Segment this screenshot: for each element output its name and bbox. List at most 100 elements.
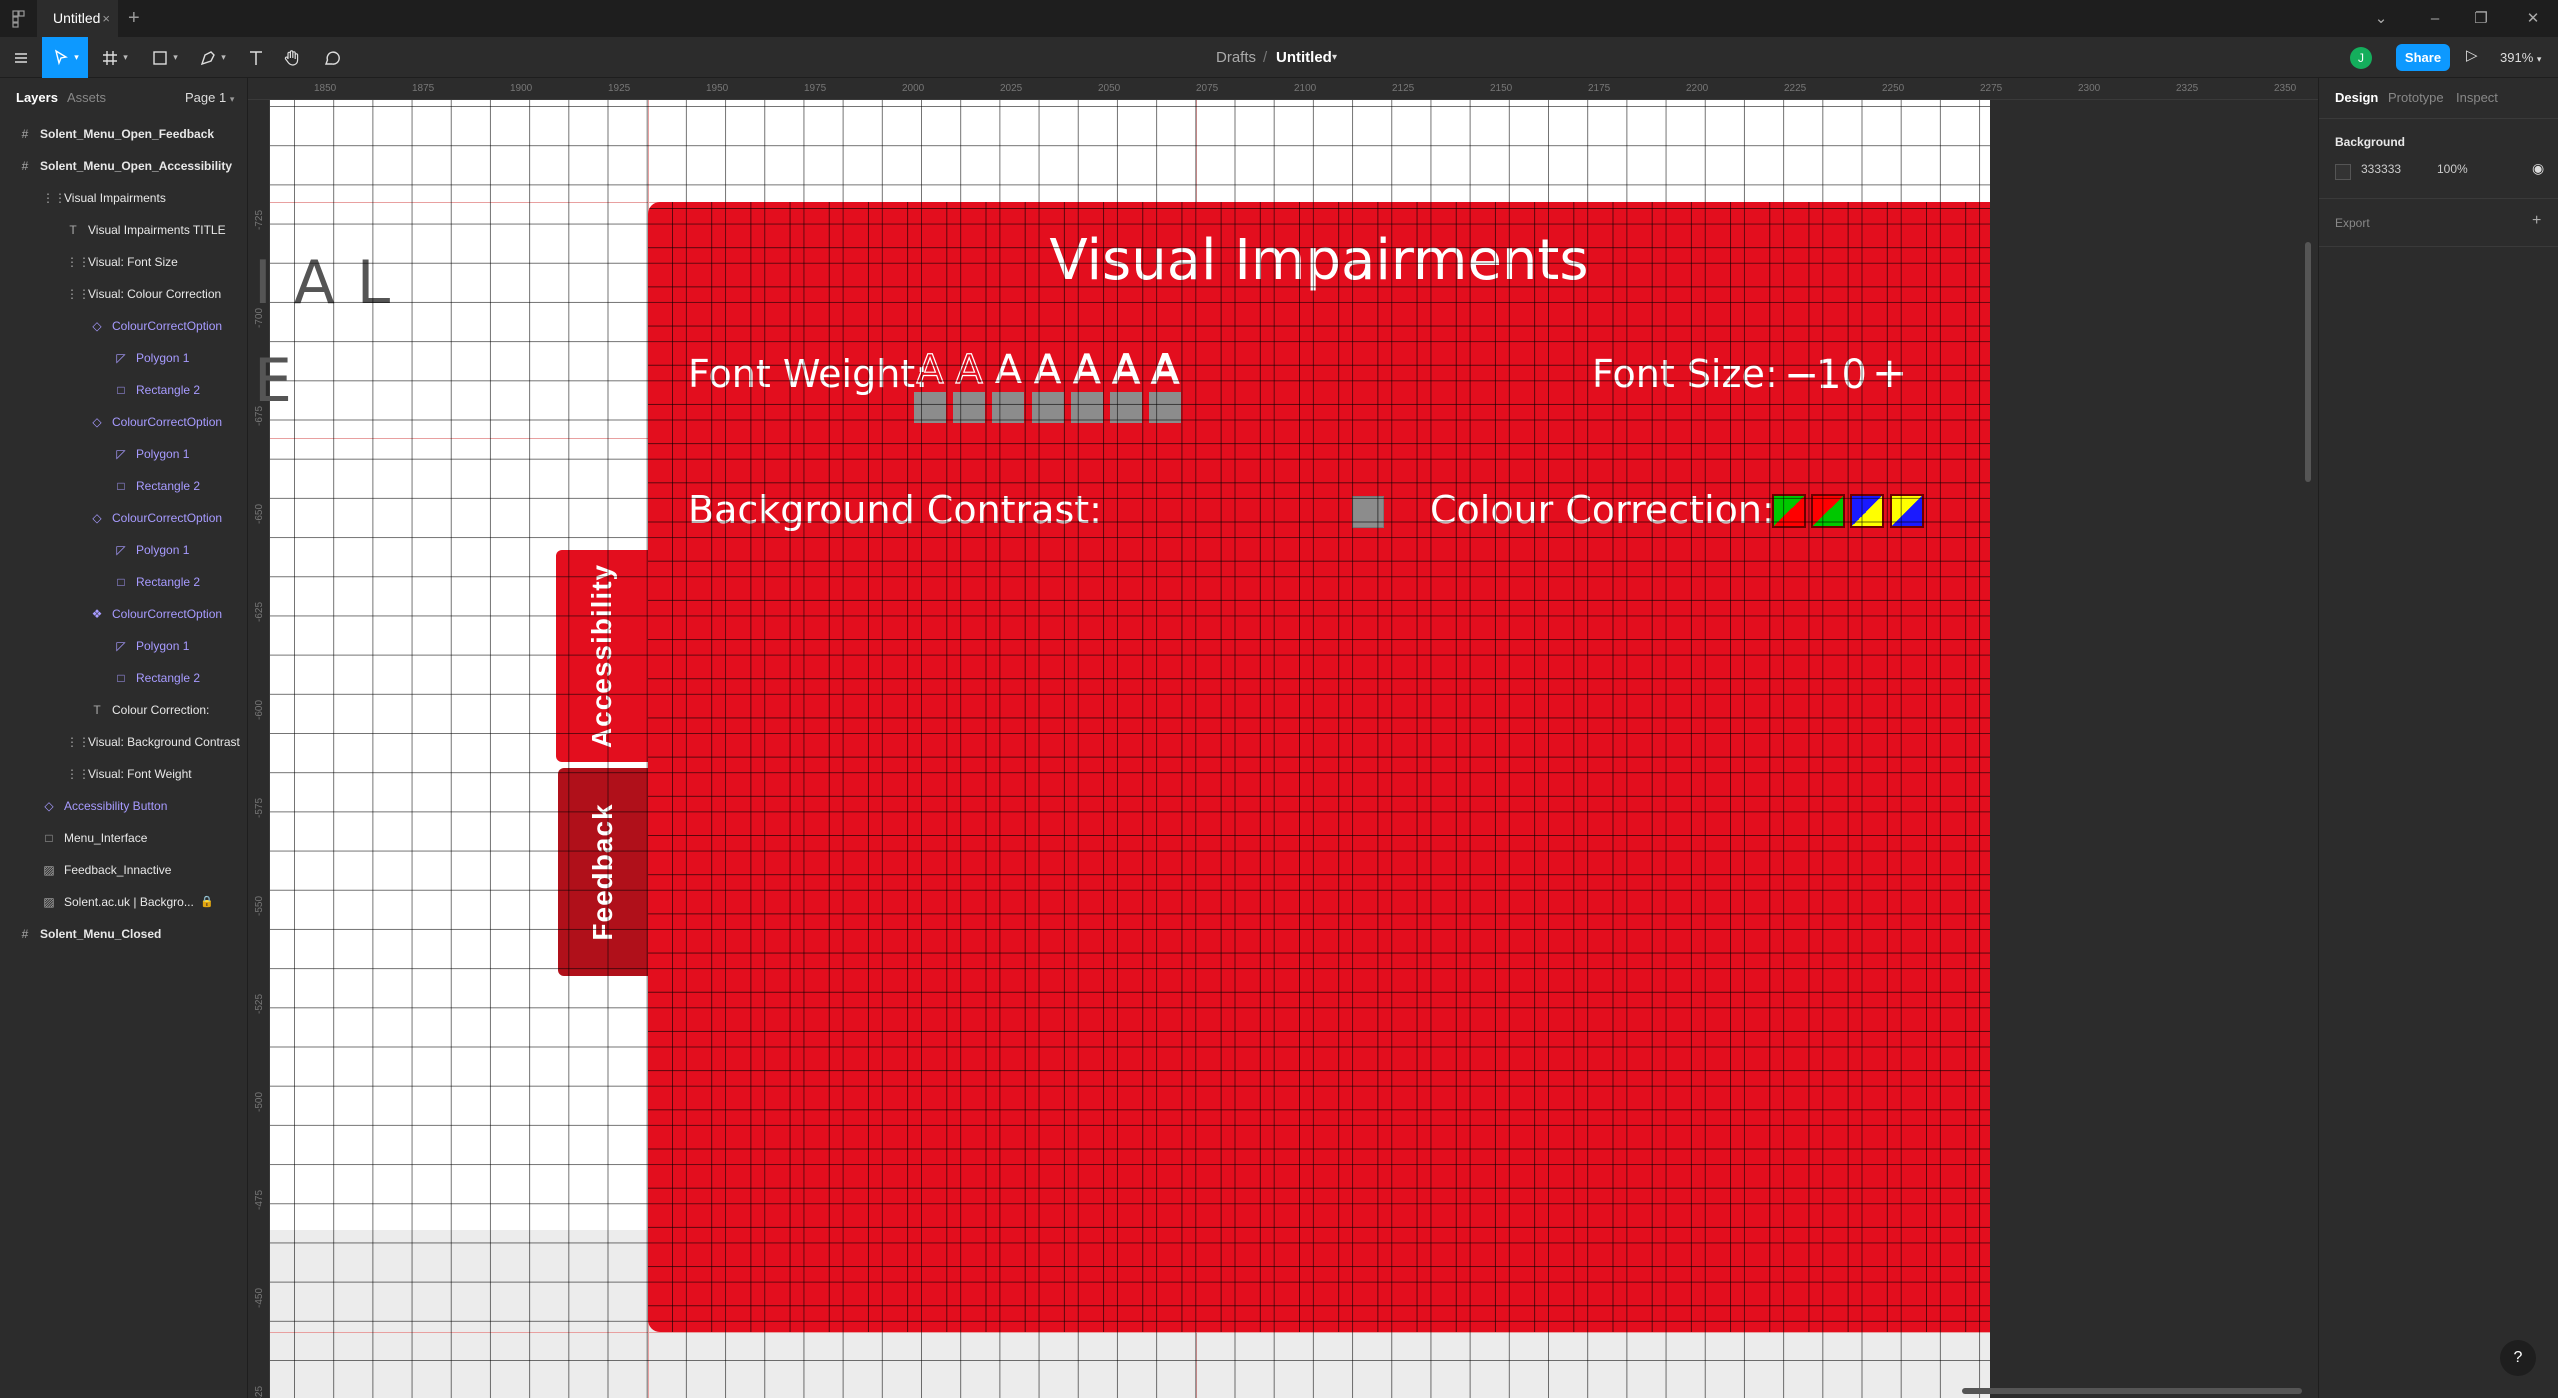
horizontal-scrollbar[interactable]	[1962, 1388, 2302, 1394]
pen-tool[interactable]: ▾	[192, 37, 232, 78]
vertical-scrollbar[interactable]	[2305, 242, 2311, 482]
ruler-tick-label: 1925	[608, 83, 631, 94]
main-menu-icon[interactable]	[4, 37, 38, 78]
layer-label: Solent_Menu_Closed	[40, 927, 162, 941]
accessibility-tab-label: Accessibility	[586, 563, 617, 749]
export-heading: Export	[2335, 216, 2370, 230]
background-opacity-input[interactable]: 100%	[2437, 162, 2468, 176]
layer-row[interactable]: ◇ Accessibility Button	[0, 790, 248, 822]
font-weight-option[interactable]: A	[1031, 350, 1064, 423]
help-button[interactable]: ?	[2500, 1340, 2536, 1376]
font-weight-option[interactable]: A	[1110, 347, 1142, 423]
breadcrumb-drafts[interactable]: Drafts	[1216, 37, 1256, 78]
tab-inspect[interactable]: Inspect	[2456, 78, 2498, 118]
layer-row[interactable]: ◸ Polygon 1	[0, 534, 248, 566]
ruler-tick-label: -500	[254, 1091, 265, 1112]
visibility-eye-icon[interactable]: ◉	[2532, 160, 2544, 177]
font-weight-option[interactable]: A	[992, 350, 1025, 423]
tab-assets[interactable]: Assets	[67, 78, 106, 118]
frame-tool[interactable]: ▾	[94, 37, 134, 78]
layer-row[interactable]: ◇ ColourCorrectOption	[0, 502, 248, 534]
layer-row[interactable]: ◇ ColourCorrectOption	[0, 310, 248, 342]
layer-row[interactable]: □ Rectangle 2	[0, 470, 248, 502]
restore-icon[interactable]: ❐	[2466, 0, 2496, 37]
close-tab-icon[interactable]: ×	[102, 0, 110, 37]
layer-comp-icon: ◇	[92, 415, 102, 429]
layer-row[interactable]: ◸ Polygon 1	[0, 630, 248, 662]
font-weight-option[interactable]: A	[1070, 347, 1103, 423]
file-tab[interactable]: Untitled ×	[37, 0, 118, 37]
layer-label: Rectangle 2	[136, 479, 201, 493]
background-color-swatch[interactable]	[2335, 164, 2351, 180]
layer-row[interactable]: ◸ Polygon 1	[0, 342, 248, 374]
layer-label: Solent_Menu_Open_Accessibility	[40, 159, 233, 173]
hand-tool[interactable]	[276, 37, 308, 78]
font-weight-glyph: A	[1112, 347, 1141, 393]
new-tab-button[interactable]: +	[128, 0, 140, 37]
ruler-tick-label: 2000	[902, 83, 925, 94]
layer-row[interactable]: # Solent_Menu_Closed	[0, 918, 248, 950]
colour-correction-option[interactable]	[1811, 494, 1846, 528]
close-window-icon[interactable]: ✕	[2518, 0, 2548, 37]
background-contrast-toggle[interactable]	[1352, 496, 1384, 528]
layer-row[interactable]: ▨ Solent.ac.uk | Backgro... 🔒	[0, 886, 248, 918]
font-size-decrease-button[interactable]: −	[1784, 350, 1819, 399]
colour-correction-option[interactable]	[1889, 494, 1924, 528]
tab-design[interactable]: Design	[2335, 78, 2378, 118]
shape-tool[interactable]: ▾	[144, 37, 184, 78]
layer-row[interactable]: ◇ ColourCorrectOption	[0, 406, 248, 438]
layer-row[interactable]: □ Rectangle 2	[0, 566, 248, 598]
font-weight-option[interactable]: A	[1149, 349, 1182, 423]
layer-row[interactable]: ⋮⋮ Visual: Background Contrast	[0, 726, 248, 758]
layer-row[interactable]: □ Menu_Interface	[0, 822, 248, 854]
layer-row[interactable]: □ Rectangle 2	[0, 374, 248, 406]
font-size-increase-button[interactable]: +	[1872, 348, 1907, 397]
layer-label: Feedback_Innactive	[64, 863, 172, 877]
font-weight-option[interactable]: A	[914, 349, 946, 423]
background-heading: Background	[2335, 135, 2406, 149]
figma-menu-icon[interactable]	[12, 10, 26, 28]
font-weight-option[interactable]: A	[953, 349, 986, 423]
layer-row[interactable]: T Visual Impairments TITLE	[0, 214, 248, 246]
layer-row[interactable]: ❖ ColourCorrectOption	[0, 598, 248, 630]
layer-rect-icon: □	[45, 831, 53, 845]
tab-layers[interactable]: Layers	[16, 78, 58, 118]
minimize-icon[interactable]: –	[2420, 0, 2450, 37]
chevron-down-icon[interactable]: ▾	[1332, 37, 1337, 78]
canvas[interactable]: 1850 1875 1900 1925 1950 1975 2000 2025 2050 2075…	[248, 78, 2318, 1398]
colour-correction-option[interactable]	[1850, 494, 1885, 528]
colour-correction-option[interactable]	[1772, 494, 1806, 528]
font-weight-glyph: A	[1073, 347, 1101, 393]
layer-row[interactable]: ▨ Feedback_Innactive	[0, 854, 248, 886]
add-export-icon[interactable]: +	[2532, 212, 2541, 230]
avatar[interactable]: J	[2350, 47, 2372, 69]
present-icon[interactable]: ▷	[2466, 46, 2478, 64]
layer-row[interactable]: □ Rectangle 2	[0, 662, 248, 694]
layer-row[interactable]: ⋮⋮ Visual: Font Size	[0, 246, 248, 278]
chevron-down-icon[interactable]: ⌄	[2366, 0, 2396, 37]
layer-row[interactable]: # Solent_Menu_Open_Feedback	[0, 118, 248, 150]
accessibility-tab[interactable]: Accessibility	[556, 550, 648, 762]
layer-row[interactable]: ⋮⋮ Visual: Colour Correction	[0, 278, 248, 310]
layer-row[interactable]: ⋮⋮ Visual: Font Weight	[0, 758, 248, 790]
ruler-tick-label: 2050	[1098, 83, 1121, 94]
layer-row[interactable]: ⋮⋮ Visual Impairments	[0, 182, 248, 214]
layer-label: Polygon 1	[136, 351, 190, 365]
share-button[interactable]: Share	[2396, 44, 2450, 71]
layer-row[interactable]: T Colour Correction:	[0, 694, 248, 726]
layer-row[interactable]: # Solent_Menu_Open_Accessibility	[0, 150, 248, 182]
font-weight-swatch	[1149, 392, 1182, 423]
move-tool[interactable]: ▾	[42, 37, 88, 78]
lock-icon[interactable]: 🔒	[200, 886, 214, 918]
file-name[interactable]: Untitled	[1276, 37, 1332, 78]
ruler-tick-label: -425	[254, 1385, 265, 1398]
tab-prototype[interactable]: Prototype	[2388, 78, 2444, 118]
comment-tool[interactable]	[316, 37, 348, 78]
layer-row[interactable]: ◸ Polygon 1	[0, 438, 248, 470]
ruler-tick-label: 2125	[1392, 83, 1415, 94]
page-selector[interactable]: Page 1 ▾	[185, 78, 234, 119]
feedback-tab[interactable]: Feedback	[558, 768, 648, 976]
zoom-dropdown[interactable]: 391% ▾	[2500, 37, 2541, 80]
background-hex-input[interactable]: 333333	[2361, 162, 2401, 176]
text-tool[interactable]	[240, 37, 272, 78]
